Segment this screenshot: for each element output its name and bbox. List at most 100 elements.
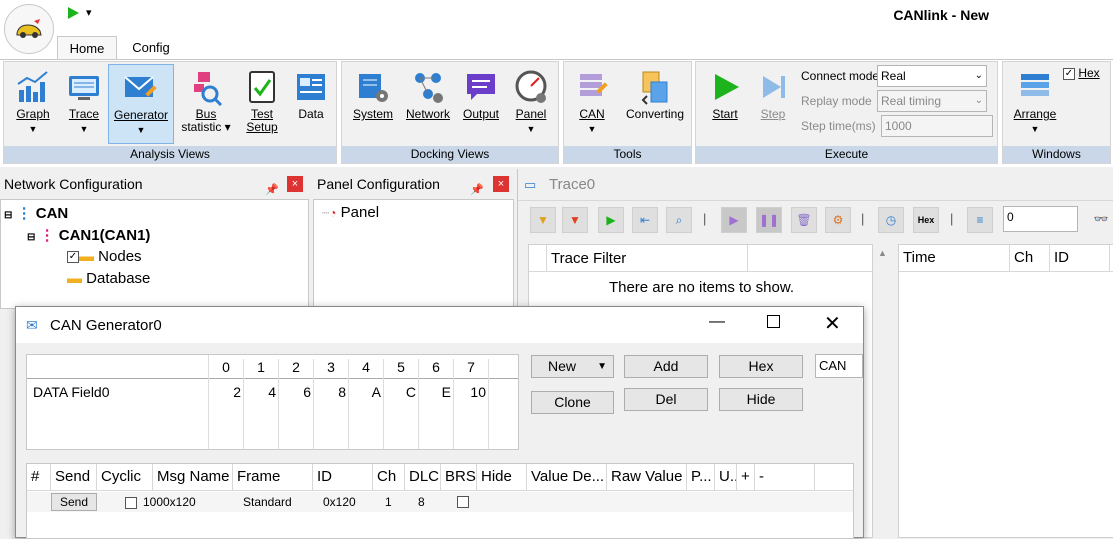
can-button[interactable]: CAN ▼	[568, 64, 616, 136]
column-header-4[interactable]: Frame	[233, 464, 313, 490]
hex-toggle[interactable]: ✓ Hex	[1063, 66, 1100, 80]
quick-access-menu[interactable]: ▾	[86, 6, 92, 19]
test-setup-button[interactable]: Test Setup	[238, 64, 286, 134]
apply-filter-button[interactable]: ▶	[598, 207, 624, 233]
scroll-up-icon[interactable]: ▲	[878, 248, 887, 258]
scrollbar[interactable]: ▲	[873, 244, 893, 538]
maximize-icon[interactable]	[767, 315, 780, 328]
trace-filter-header[interactable]: Trace Filter	[551, 250, 626, 267]
hex-button[interactable]: Hex	[913, 207, 939, 233]
column-header-3[interactable]: Msg Name	[153, 464, 233, 490]
empty-message: There are no items to show.	[608, 279, 795, 296]
column-header-8[interactable]: BRS	[441, 464, 477, 490]
nodes-checkbox[interactable]: ✓	[67, 251, 79, 264]
cell-send[interactable]: Send	[51, 493, 97, 511]
column-header-11[interactable]: Raw Value	[607, 464, 687, 490]
tab-config[interactable]: Config	[122, 36, 180, 60]
hex-checkbox[interactable]: ✓	[1063, 67, 1075, 80]
column-header-12[interactable]: P...	[687, 464, 715, 490]
column-header-2[interactable]: Cyclic	[97, 464, 153, 490]
list-button[interactable]: ≡	[967, 207, 993, 233]
start-button[interactable]: Start	[704, 64, 746, 121]
converting-button[interactable]: Converting	[620, 64, 690, 121]
column-time[interactable]: Time	[899, 245, 1010, 271]
tree-item-can1[interactable]: ⊟ ⋮ CAN1(CAN1)	[27, 226, 150, 244]
byte-value-0[interactable]: 2	[211, 384, 241, 400]
tab-home[interactable]: Home	[57, 36, 117, 60]
graph-button[interactable]: Graph ▼	[8, 64, 58, 136]
column-id[interactable]: ID	[1050, 245, 1110, 271]
column-header-0[interactable]: #	[27, 464, 51, 490]
close-icon[interactable]: ✕	[824, 311, 841, 336]
time-button[interactable]: ◷	[878, 207, 904, 233]
new-button[interactable]: New ▼	[531, 355, 614, 378]
field-name[interactable]: DATA Field0	[33, 384, 110, 400]
column-header-13[interactable]: U..	[715, 464, 737, 490]
column-header-15[interactable]: -	[755, 464, 815, 490]
trace-button[interactable]: Trace ▼	[60, 64, 108, 136]
byte-value-7[interactable]: 10	[456, 384, 486, 400]
column-header-14[interactable]: +	[737, 464, 755, 490]
step-time-field[interactable]: 1000	[881, 115, 993, 137]
byte-value-3[interactable]: 8	[316, 384, 346, 400]
add-button[interactable]: Add	[624, 355, 708, 378]
collapse-icon[interactable]: ⊟	[27, 232, 35, 243]
minimize-icon[interactable]: —	[709, 313, 725, 331]
column-header-9[interactable]: Hide	[477, 464, 527, 490]
system-button[interactable]: System	[348, 64, 398, 121]
settings-button[interactable]: ⚙	[825, 207, 851, 233]
tree-panel-label: Panel	[340, 204, 380, 221]
column-header-5[interactable]: ID	[313, 464, 373, 490]
column-ch[interactable]: Ch	[1010, 245, 1050, 271]
tree-item-nodes[interactable]: ✓ ▬ Nodes	[67, 248, 142, 265]
network-button[interactable]: Network	[402, 64, 454, 121]
cell-frame: Standard	[243, 492, 323, 512]
clear-button[interactable]: 🗑	[791, 207, 817, 233]
close-icon[interactable]: ×	[493, 176, 509, 192]
pause-button[interactable]: ❚❚	[756, 207, 782, 233]
column-header-10[interactable]: Value De...	[527, 464, 607, 490]
byte-value-1[interactable]: 4	[246, 384, 276, 400]
channel-input[interactable]: CAN	[815, 354, 863, 378]
output-button[interactable]: Output	[458, 64, 504, 121]
column-header-7[interactable]: DLC	[405, 464, 441, 490]
column-header-6[interactable]: Ch	[373, 464, 405, 490]
add-filter-button[interactable]: ▼	[530, 207, 556, 233]
binoculars-button[interactable]: 👓	[1088, 207, 1113, 233]
byte-value-2[interactable]: 6	[281, 384, 311, 400]
byte-value-5[interactable]: C	[386, 384, 416, 400]
search-input[interactable]: 0	[1003, 206, 1078, 232]
tree-item-panel[interactable]: ┈◔ Panel	[322, 204, 379, 221]
remove-filter-button[interactable]: ▼	[562, 207, 588, 233]
byte-header-4: 4	[349, 359, 384, 449]
clone-button[interactable]: Clone	[531, 391, 614, 414]
tree-root-can[interactable]: ⊟ ⋮ CAN	[4, 204, 68, 222]
table-row[interactable]: Send 100 0x120 Standard 0x120 1 8	[27, 492, 853, 512]
generator-button[interactable]: Generator ▼	[108, 64, 174, 144]
tree-item-database[interactable]: ▬ Database	[67, 270, 150, 287]
connect-mode-select[interactable]: Real ⌄	[877, 65, 987, 87]
byte-value-4[interactable]: A	[351, 384, 381, 400]
bus-statistic-button[interactable]: Bus statistic ▾	[176, 64, 236, 134]
brs-checkbox[interactable]	[457, 496, 469, 508]
data-button[interactable]: Data	[288, 64, 334, 121]
step-button[interactable]: Step	[752, 64, 794, 121]
run-icon[interactable]	[66, 6, 80, 23]
hide-button[interactable]: Hide	[719, 388, 803, 411]
app-logo[interactable]	[4, 4, 54, 54]
column-header-1[interactable]: Send	[51, 464, 97, 490]
close-icon[interactable]: ×	[287, 176, 303, 192]
panel-button[interactable]: Panel ▼	[508, 64, 554, 136]
collapse-icon[interactable]: ⊟	[4, 210, 12, 221]
clock-icon: ◷	[885, 213, 897, 227]
import-button[interactable]: ⇤	[632, 207, 658, 233]
replay-mode-select[interactable]: Real timing ⌄	[877, 90, 987, 112]
arrange-button[interactable]: Arrange ▼	[1009, 64, 1061, 136]
find-button[interactable]: ⌕	[666, 207, 692, 233]
play-button[interactable]: ▶	[721, 207, 747, 233]
pause-icon: ❚❚	[758, 213, 780, 227]
cyclic-checkbox[interactable]	[125, 496, 137, 509]
byte-value-6[interactable]: E	[421, 384, 451, 400]
hex-format-button[interactable]: Hex	[719, 355, 803, 378]
del-button[interactable]: Del	[624, 388, 708, 411]
